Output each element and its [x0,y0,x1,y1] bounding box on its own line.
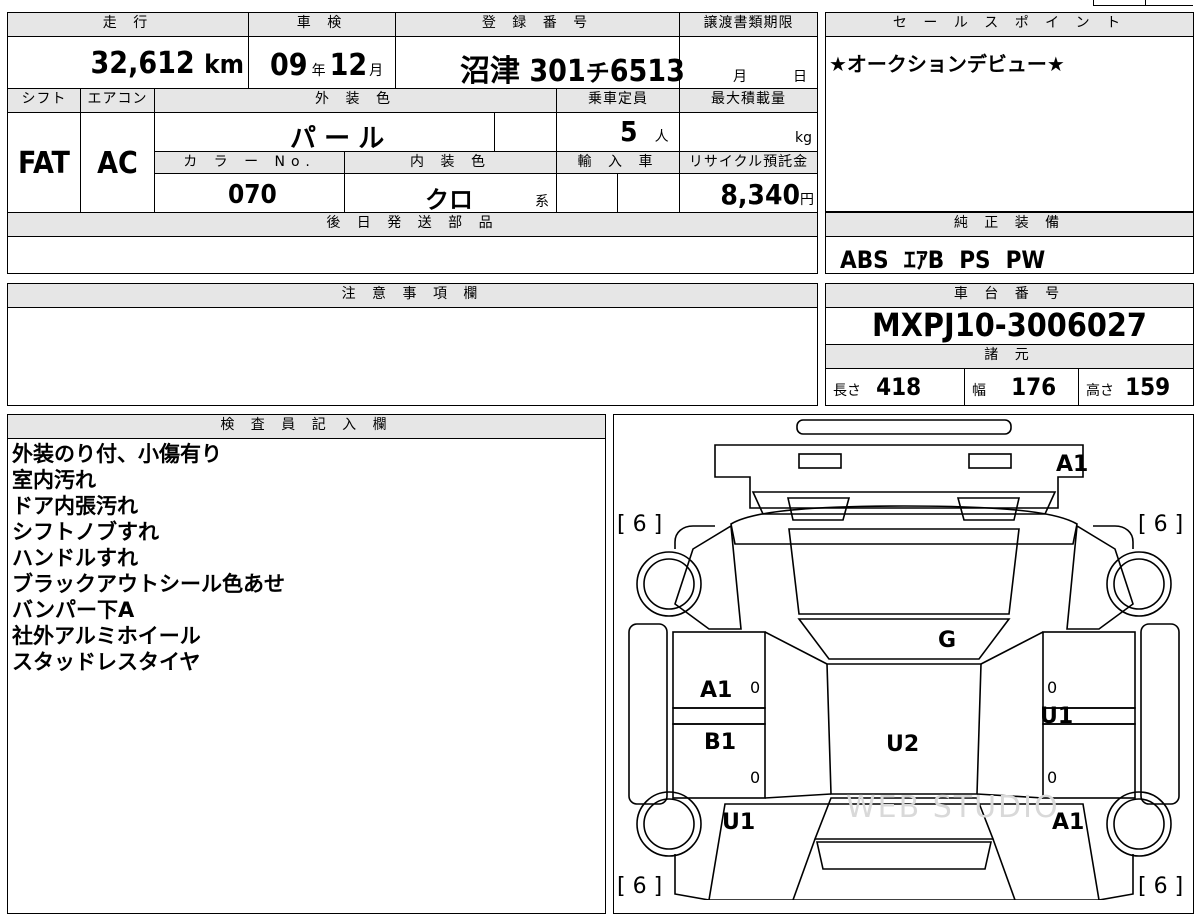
color-no-header: カ ラ ー No. [155,152,344,173]
damage-a1-rear: A1 [1056,452,1089,477]
sales-point-header: セ ー ル ス ポ イ ン ト [826,13,1193,36]
chassis-number: MXPJ10-3006027 [872,306,1147,344]
specs-header: 諸 元 [826,345,1193,368]
interior-unit: 系 [535,194,549,210]
note-line: ブラックアウトシール色あせ [12,572,285,596]
capacity-value: 5 人 [620,115,669,148]
equipment-header: 純 正 装 備 [826,213,1193,236]
mileage-header: 走 行 [8,13,248,36]
capacity-header: 乗車定員 [557,89,679,112]
watermark-text: WEB STUDIO [846,790,1060,825]
equipment-text: ABS ｴｱB PS PW [840,246,1046,274]
inspector-header: 検 査 員 記 入 欄 [8,415,605,438]
inspector-notes: 外装のり付、小傷有り 室内汚れ ドア内張汚れ シフトノブすれ ハンドルすれ ブラ… [12,441,285,675]
note-line: ドア内張汚れ [12,494,138,518]
damage-a1-left-door: A1 [700,678,733,703]
interior-value: クロ [425,186,473,214]
shift-value: FAT [18,146,70,181]
interior-header: 内 装 色 [345,152,556,173]
shaken-value: 09 年 12 月 [270,48,384,83]
deadline-day-unit: 日 [793,69,807,85]
load-unit: kg [795,130,812,146]
shaken-header: 車 検 [249,13,395,36]
door-zero: 0 [750,768,761,787]
later-parts-header: 後 日 発 送 部 品 [8,213,817,236]
sales-point-text: ★オークションデビュー★ [829,52,1065,76]
damage-u1-left-front: U1 [722,810,756,835]
damage-u1-right-door: U1 [1040,704,1074,729]
exterior-value: パ ー ル [290,124,385,154]
diagram-label-bottom-right: [ 6 ] [1138,874,1184,899]
note-line: 社外アルミホイール [12,624,201,648]
exterior-header: 外 装 色 [155,89,556,112]
damage-u2-hood: U2 [886,732,920,757]
shift-header: シフト [8,89,80,112]
chassis-header: 車 台 番 号 [826,284,1193,307]
diagram-label-top-left: [ 6 ] [617,512,663,537]
spec-height: 高さ 159 [1086,373,1171,401]
diagram-label-top-right: [ 6 ] [1138,512,1184,537]
deadline-month-unit: 月 [733,69,747,85]
load-header: 最大積載量 [680,89,817,112]
caution-header: 注 意 事 項 欄 [8,284,817,307]
recycle-value: 8,340円 [720,178,814,211]
spec-length: 長さ 418 [833,373,922,401]
damage-g-windshield: G [938,628,957,653]
color-no-value: 070 [228,180,277,210]
ac-header: エアコン [81,89,154,112]
damage-b1-left-door: B1 [704,730,737,755]
ac-value: AC [97,146,138,181]
mileage-value: 32,612 km [90,46,244,81]
sales-point-box [825,12,1194,212]
deadline-header: 譲渡書類期限 [680,13,817,36]
spec-width: 幅 176 [972,373,1057,401]
diagram-label-bottom-left: [ 6 ] [617,874,663,899]
note-line: シフトノブすれ [12,520,159,544]
car-diagram-icon [628,419,1180,900]
door-zero: 0 [1047,678,1058,697]
note-line: 外装のり付、小傷有り [12,442,222,466]
note-line: バンパー下A [12,598,135,622]
note-line: 室内汚れ [12,468,96,492]
note-line: スタッドレスタイヤ [12,650,201,674]
recycle-header: リサイクル預託金 [680,152,817,173]
door-zero: 0 [750,678,761,697]
import-header: 輸 入 車 [557,152,679,173]
plate-header: 登 録 番 号 [396,13,679,36]
note-line: ハンドルすれ [12,546,138,570]
door-zero: 0 [1047,768,1058,787]
plate-value: 沼津 301チ6513 [460,54,685,89]
